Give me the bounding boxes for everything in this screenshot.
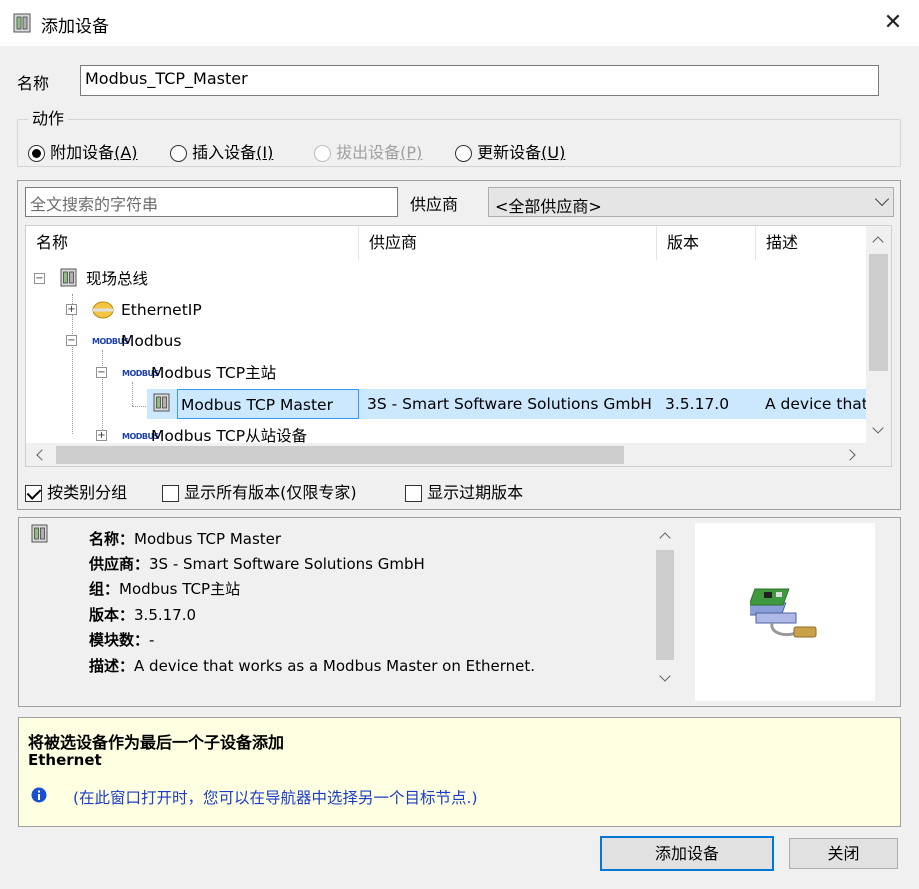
checkbox[interactable] [405, 485, 422, 502]
tree-node-label: Modbus [121, 332, 182, 350]
info-key: 供应商： [89, 555, 150, 573]
collapse-icon[interactable]: − [66, 335, 77, 346]
info-description: 描述：A device that works as a Modbus Maste… [89, 655, 535, 676]
radio-insert-device[interactable]: 插入设备(I) [170, 139, 273, 163]
info-vendor: 供应商：3S - Smart Software Solutions GmbH [89, 553, 425, 574]
column-header-description[interactable]: 描述 [756, 226, 866, 260]
title-bar [0, 0, 919, 46]
scroll-down-icon[interactable] [872, 422, 884, 434]
tree-cell-version: 3.5.17.0 [665, 395, 730, 413]
radio-hotkey: (U) [541, 143, 566, 162]
radio-hotkey: (P) [400, 143, 423, 162]
device-tree[interactable]: 名称 供应商 版本 描述 − 现场总线 + EthernetIP − MODBU… [25, 225, 892, 467]
checkbox-label: 显示所有版本(仅限专家) [184, 483, 357, 502]
radio-hotkey: (I) [256, 143, 274, 162]
tree-cell-vendor: 3S - Smart Software Solutions GmbH [367, 395, 652, 413]
scroll-up-icon[interactable] [659, 532, 671, 544]
info-value: - [149, 631, 155, 649]
collapse-icon[interactable]: − [96, 367, 107, 378]
checkbox[interactable] [162, 485, 179, 502]
expand-icon[interactable]: + [66, 304, 77, 315]
ethernetip-icon [92, 301, 114, 319]
search-input[interactable]: 全文搜索的字符串 [25, 187, 398, 217]
close-icon[interactable]: ✕ [878, 8, 908, 38]
scroll-left-icon[interactable] [36, 449, 48, 461]
window-title: 添加设备 [41, 17, 109, 37]
scroll-thumb[interactable] [869, 254, 888, 371]
info-key: 模块数： [89, 631, 150, 649]
radio-hotkey: (A) [114, 143, 138, 162]
checkbox[interactable] [25, 485, 42, 502]
radio-button[interactable] [170, 145, 187, 162]
radio-attach-device[interactable]: 附加设备(A) [28, 139, 138, 163]
close-button[interactable]: 关闭 [789, 838, 898, 869]
show-outdated-option[interactable]: 显示过期版本 [405, 479, 523, 503]
device-image [695, 523, 875, 701]
checkbox-label: 显示过期版本 [427, 483, 524, 502]
info-name: 名称：Modbus TCP Master [89, 528, 281, 549]
radio-update-device[interactable]: 更新设备(U) [455, 139, 565, 163]
radio-unplug-device: 拔出设备(P) [314, 139, 422, 163]
info-key: 版本： [89, 606, 135, 624]
device-icon [13, 13, 31, 33]
hint-subtitle: Ethernet [28, 751, 102, 769]
info-vertical-scrollbar[interactable] [653, 522, 677, 690]
radio-label: 插入设备 [192, 143, 257, 162]
tree-node-label: Modbus TCP Master [177, 389, 359, 419]
checkbox-label: 按类别分组 [47, 483, 128, 502]
info-version: 版本：3.5.17.0 [89, 604, 196, 625]
info-icon [31, 787, 47, 803]
info-key: 名称： [89, 530, 135, 548]
radio-button [314, 145, 331, 162]
info-value: A device that works as a Modbus Master o… [134, 657, 536, 675]
radio-label: 拔出设备 [336, 143, 401, 162]
expand-icon[interactable]: + [96, 430, 107, 441]
radio-button[interactable] [28, 145, 45, 162]
scroll-thumb[interactable] [56, 446, 624, 464]
info-value: Modbus TCP主站 [119, 580, 241, 598]
info-value: Modbus TCP Master [134, 530, 282, 548]
info-key: 组： [89, 580, 120, 598]
info-value: 3S - Smart Software Solutions GmbH [149, 555, 425, 573]
name-input[interactable]: Modbus_TCP_Master [80, 65, 879, 96]
info-modules: 模块数：- [89, 629, 154, 650]
info-value: 3.5.17.0 [134, 606, 197, 624]
network-card-icon [750, 588, 817, 638]
name-label: 名称 [17, 74, 50, 93]
vendor-label: 供应商 [410, 195, 459, 214]
show-all-versions-option[interactable]: 显示所有版本(仅限专家) [162, 479, 357, 503]
chevron-down-icon [874, 191, 890, 207]
vendor-select[interactable]: <全部供应商> [488, 187, 894, 217]
action-group-label: 动作 [28, 105, 69, 129]
info-group: 组：Modbus TCP主站 [89, 578, 240, 599]
device-icon [31, 524, 48, 543]
hint-note: (在此窗口打开时，您可以在导航器中选择另一个目标节点.) [73, 789, 478, 807]
tree-cell-description: A device that [765, 395, 868, 413]
tree-node-label: EthernetIP [121, 301, 202, 319]
info-key: 描述： [89, 657, 135, 675]
tree-node-label: 现场总线 [86, 270, 149, 288]
device-icon [60, 268, 77, 287]
hint-title: 将被选设备作为最后一个子设备添加 [28, 733, 285, 752]
scroll-down-icon[interactable] [659, 670, 671, 682]
collapse-icon[interactable]: − [34, 273, 45, 284]
vendor-select-value: <全部供应商> [495, 197, 602, 216]
scroll-up-icon[interactable] [872, 236, 884, 248]
radio-button[interactable] [455, 145, 472, 162]
radio-label: 附加设备 [50, 143, 115, 162]
device-icon [153, 393, 170, 412]
tree-vertical-scrollbar[interactable] [866, 226, 891, 443]
column-header-vendor[interactable]: 供应商 [359, 226, 657, 260]
column-header-version[interactable]: 版本 [657, 226, 756, 260]
add-device-button[interactable]: 添加设备 [600, 836, 774, 871]
scroll-thumb[interactable] [656, 550, 674, 660]
tree-node-label: Modbus TCP主站 [151, 364, 277, 382]
tree-horizontal-scrollbar[interactable] [26, 443, 891, 466]
scroll-right-icon[interactable] [844, 449, 856, 461]
group-by-category-option[interactable]: 按类别分组 [25, 479, 127, 503]
column-header-name[interactable]: 名称 [26, 226, 359, 260]
radio-label: 更新设备 [477, 143, 542, 162]
